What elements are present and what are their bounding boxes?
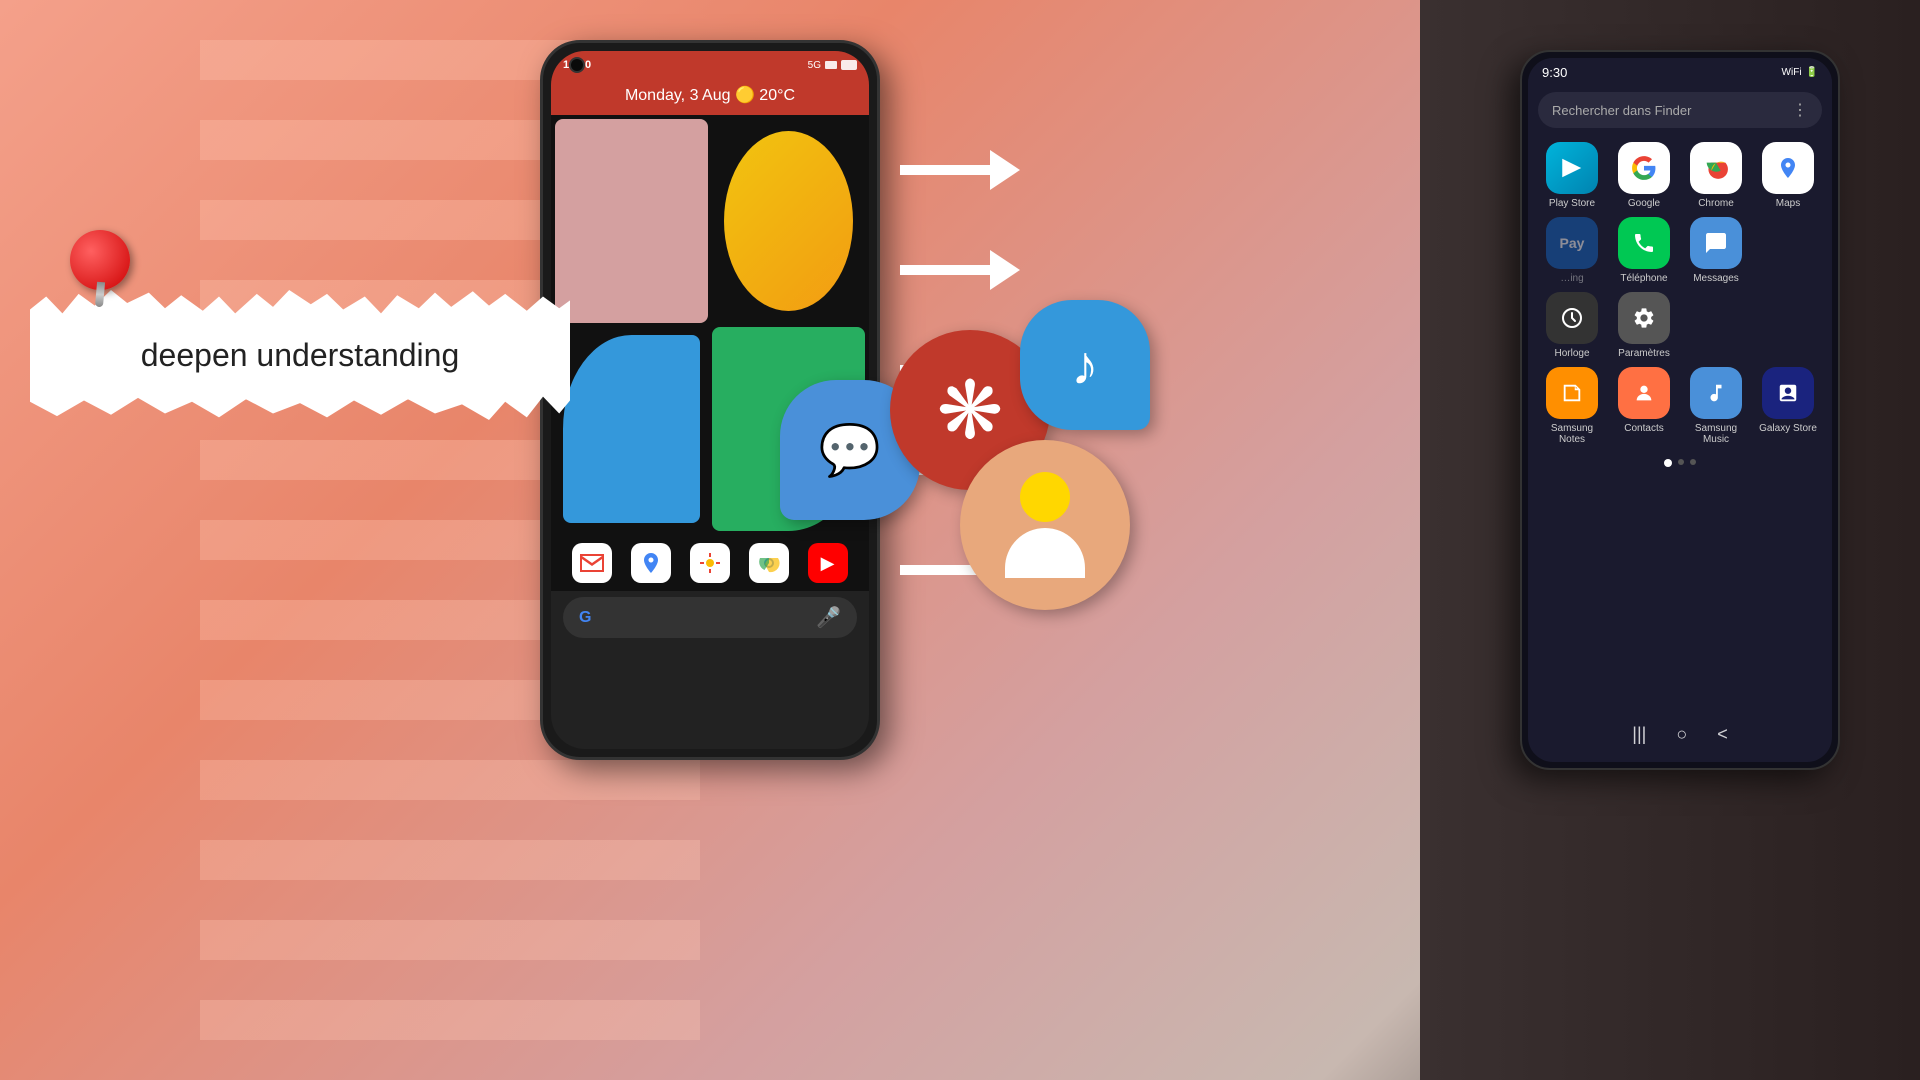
samsung-app-chrome[interactable]: Chrome xyxy=(1684,142,1748,209)
samsung-app-google[interactable]: Google xyxy=(1612,142,1676,209)
arrow-2 xyxy=(900,250,1020,290)
samsung-app-messages[interactable]: Messages xyxy=(1684,217,1748,284)
samsung-app-horloge[interactable]: Horloge xyxy=(1540,292,1604,359)
wallpaper-cell-tl xyxy=(555,119,708,323)
push-pin xyxy=(70,230,150,310)
chrome-label: Chrome xyxy=(1698,198,1734,209)
samsung-app-pay[interactable]: Pay …ing xyxy=(1540,217,1604,284)
samsung-search-text: Rechercher dans Finder xyxy=(1552,103,1691,118)
pay-label: …ing xyxy=(1560,273,1583,284)
wifi-icon xyxy=(825,61,837,69)
wallpaper-cell-bl xyxy=(563,335,700,523)
contacts-icon xyxy=(1618,367,1670,419)
samsung-app-maps[interactable]: Maps xyxy=(1756,142,1820,209)
samsung-app-params[interactable]: Paramètres xyxy=(1612,292,1676,359)
samsung-app-playstore[interactable]: Play Store xyxy=(1540,142,1604,209)
messages-label: Messages xyxy=(1693,273,1739,284)
pixel-status-icons: 5G xyxy=(808,60,857,71)
samsung-music-icon xyxy=(1690,367,1742,419)
samsung-status-bar: 9:30 WiFi 🔋 xyxy=(1528,58,1832,86)
samsung-search-more-icon: ⋮ xyxy=(1792,100,1808,120)
floating-apps: 💬 ❋ ♪ xyxy=(760,300,1260,700)
samsung-app-contacts[interactable]: Contacts xyxy=(1612,367,1676,445)
music-note-icon: ♪ xyxy=(1071,333,1099,397)
phone-icon xyxy=(1618,217,1670,269)
pay-icon: Pay xyxy=(1546,217,1598,269)
samsung-app-placeholder2 xyxy=(1684,292,1748,359)
google-icon xyxy=(1618,142,1670,194)
dot-1 xyxy=(1664,459,1672,467)
samsung-phone: 9:30 WiFi 🔋 Rechercher dans Finder ⋮ P xyxy=(1520,50,1840,770)
avatar-body xyxy=(1005,528,1085,578)
arrow-1 xyxy=(900,150,1020,190)
pin-neck xyxy=(95,282,105,308)
horloge-icon xyxy=(1546,292,1598,344)
params-label: Paramètres xyxy=(1618,348,1670,359)
galaxy-store-label: Galaxy Store xyxy=(1759,423,1817,434)
samsung-app-phone[interactable]: Téléphone xyxy=(1612,217,1676,284)
dot-3 xyxy=(1690,459,1696,465)
pay-text: Pay xyxy=(1560,235,1585,251)
dock-maps-icon[interactable] xyxy=(631,543,671,583)
samsung-search-bar[interactable]: Rechercher dans Finder ⋮ xyxy=(1538,92,1822,128)
chrome-icon xyxy=(1690,142,1742,194)
pixel-status-bar: 10:00 5G xyxy=(551,51,869,79)
pixel-date-weather: Monday, 3 Aug 🟡 20°C xyxy=(551,79,869,115)
music-bubble: ♪ xyxy=(1020,300,1150,430)
contact-bubble xyxy=(960,440,1130,610)
google-label: Google xyxy=(1628,198,1660,209)
google-g: G xyxy=(579,609,591,627)
avatar-head xyxy=(1020,472,1070,522)
horloge-label: Horloge xyxy=(1554,348,1589,359)
playstore-label: Play Store xyxy=(1549,198,1595,209)
notes-label: Samsung Notes xyxy=(1540,423,1604,445)
params-icon xyxy=(1618,292,1670,344)
samsung-time: 9:30 xyxy=(1542,65,1567,80)
dock-gmail-icon[interactable] xyxy=(572,543,612,583)
wallpaper-cell-tr xyxy=(724,131,853,311)
samsung-battery-icon: 🔋 xyxy=(1806,67,1818,78)
maps-label: Maps xyxy=(1776,198,1800,209)
samsung-page-dots xyxy=(1528,453,1832,473)
samsung-music-label: Samsung Music xyxy=(1684,423,1748,445)
playstore-icon xyxy=(1546,142,1598,194)
pixel-date-text: Monday, 3 Aug 🟡 20°C xyxy=(625,87,795,104)
notes-icon xyxy=(1546,367,1598,419)
samsung-home-icon[interactable]: ○ xyxy=(1676,724,1687,745)
samsung-phone-screen: 9:30 WiFi 🔋 Rechercher dans Finder ⋮ P xyxy=(1528,58,1832,762)
samsung-wifi-icon: WiFi xyxy=(1782,67,1802,78)
samsung-status-icons: WiFi 🔋 xyxy=(1782,67,1818,78)
samsung-app-samsung-music[interactable]: Samsung Music xyxy=(1684,367,1748,445)
samsung-app-notes[interactable]: Samsung Notes xyxy=(1540,367,1604,445)
samsung-nav-bar: ||| ○ < xyxy=(1528,714,1832,754)
samsung-back-icon[interactable]: < xyxy=(1717,724,1728,745)
messages-icon xyxy=(1690,217,1742,269)
galaxy-store-icon xyxy=(1762,367,1814,419)
contacts-label: Contacts xyxy=(1624,423,1663,434)
camera-hole xyxy=(569,57,585,73)
maps-icon xyxy=(1762,142,1814,194)
contact-avatar xyxy=(1005,472,1085,578)
dot-2 xyxy=(1678,459,1684,465)
samsung-app-galaxy-store[interactable]: Galaxy Store xyxy=(1756,367,1820,445)
note-text: deepen understanding xyxy=(111,337,490,374)
samsung-app-placeholder3 xyxy=(1756,292,1820,359)
samsung-recent-apps-icon[interactable]: ||| xyxy=(1632,724,1646,745)
daisy-flower-icon: ❋ xyxy=(936,364,1003,457)
battery-icon xyxy=(841,60,857,70)
samsung-apps-grid: Play Store Google Chrome xyxy=(1528,134,1832,453)
signal-icon: 5G xyxy=(808,60,821,71)
messages-bubble-icon: 💬 xyxy=(819,421,881,480)
samsung-app-placeholder xyxy=(1756,217,1820,284)
samsung-phone-body: 9:30 WiFi 🔋 Rechercher dans Finder ⋮ P xyxy=(1520,50,1840,770)
phone-label: Téléphone xyxy=(1620,273,1667,284)
dock-photos-icon[interactable] xyxy=(690,543,730,583)
